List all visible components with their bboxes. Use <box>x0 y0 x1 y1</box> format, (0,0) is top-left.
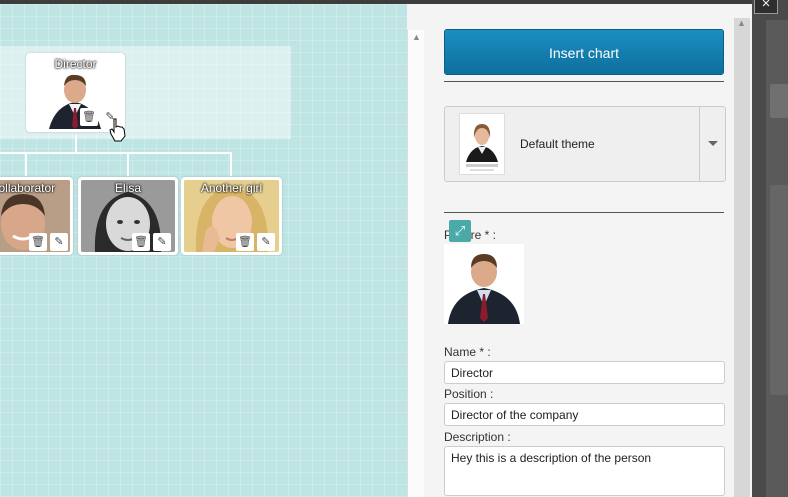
delete-node-button[interactable]: 🗑 <box>132 233 150 251</box>
canvas-scrollbar[interactable]: ▲ <box>407 30 424 497</box>
node-name: Director <box>54 57 97 71</box>
scroll-up-icon[interactable]: ▲ <box>412 32 421 42</box>
theme-dropdown-toggle[interactable] <box>699 107 725 181</box>
position-label: Position : <box>444 387 494 401</box>
node-name: Another girl <box>200 181 263 195</box>
edit-node-button[interactable]: ✎ <box>153 233 171 251</box>
background-widget <box>770 84 788 118</box>
trash-icon: 🗑 <box>31 236 45 248</box>
org-node-another-girl[interactable]: Another girl 🗑 ✎ <box>181 177 282 255</box>
theme-thumbnail <box>459 113 505 175</box>
position-field[interactable]: Director of the company <box>444 403 725 426</box>
org-node-collaborator[interactable]: Collaborator 🗑 ✎ <box>0 177 73 255</box>
org-node-elisa[interactable]: Elisa 🗑 ✎ <box>78 177 178 255</box>
expand-icon: ⤢ <box>454 223 466 238</box>
settings-panel: Insert chart Default theme Picture <box>424 4 734 497</box>
connector-line <box>127 152 129 176</box>
connector-line <box>75 135 77 153</box>
edit-node-button[interactable]: ✎ <box>257 233 275 251</box>
trash-icon: 🗑 <box>82 111 96 123</box>
close-button[interactable]: × <box>754 0 778 14</box>
name-field[interactable]: Director <box>444 361 725 384</box>
delete-node-button[interactable]: 🗑 <box>236 233 254 251</box>
org-chart-modal: Director 🗑 ✎ Collaborator 🗑 ✎ <box>0 4 752 497</box>
name-label: Name * : <box>444 345 491 359</box>
theme-label: Default theme <box>520 137 595 151</box>
pencil-icon: ✎ <box>261 236 271 248</box>
chart-canvas[interactable]: Director 🗑 ✎ Collaborator 🗑 ✎ <box>0 4 407 497</box>
pencil-icon: ✎ <box>157 236 167 248</box>
chevron-down-icon <box>708 141 718 146</box>
divider <box>444 81 724 82</box>
pencil-icon: ✎ <box>54 236 64 248</box>
expand-picture-button[interactable]: ⤢ <box>449 220 471 242</box>
delete-node-button[interactable]: 🗑 <box>80 108 98 126</box>
scroll-up-icon[interactable]: ▲ <box>737 18 746 28</box>
connector-line <box>0 152 232 154</box>
connector-line <box>25 152 27 176</box>
edit-node-button[interactable]: ✎ <box>50 233 68 251</box>
delete-node-button[interactable]: 🗑 <box>29 233 47 251</box>
divider <box>444 212 724 213</box>
background-widget <box>770 185 788 395</box>
connector-line <box>230 152 232 176</box>
description-label: Description : <box>444 430 511 444</box>
hand-cursor-icon <box>109 118 126 142</box>
insert-chart-button[interactable]: Insert chart <box>444 29 724 75</box>
node-name: Collaborator <box>0 181 56 195</box>
trash-icon: 🗑 <box>238 236 252 248</box>
person-picture[interactable] <box>444 244 524 324</box>
theme-select[interactable]: Default theme <box>444 106 726 182</box>
trash-icon: 🗑 <box>134 236 148 248</box>
close-icon: × <box>761 0 771 12</box>
description-field[interactable]: Hey this is a description of the person <box>444 446 725 496</box>
node-name: Elisa <box>114 181 141 195</box>
panel-scrollbar[interactable]: ▲ <box>734 18 750 497</box>
